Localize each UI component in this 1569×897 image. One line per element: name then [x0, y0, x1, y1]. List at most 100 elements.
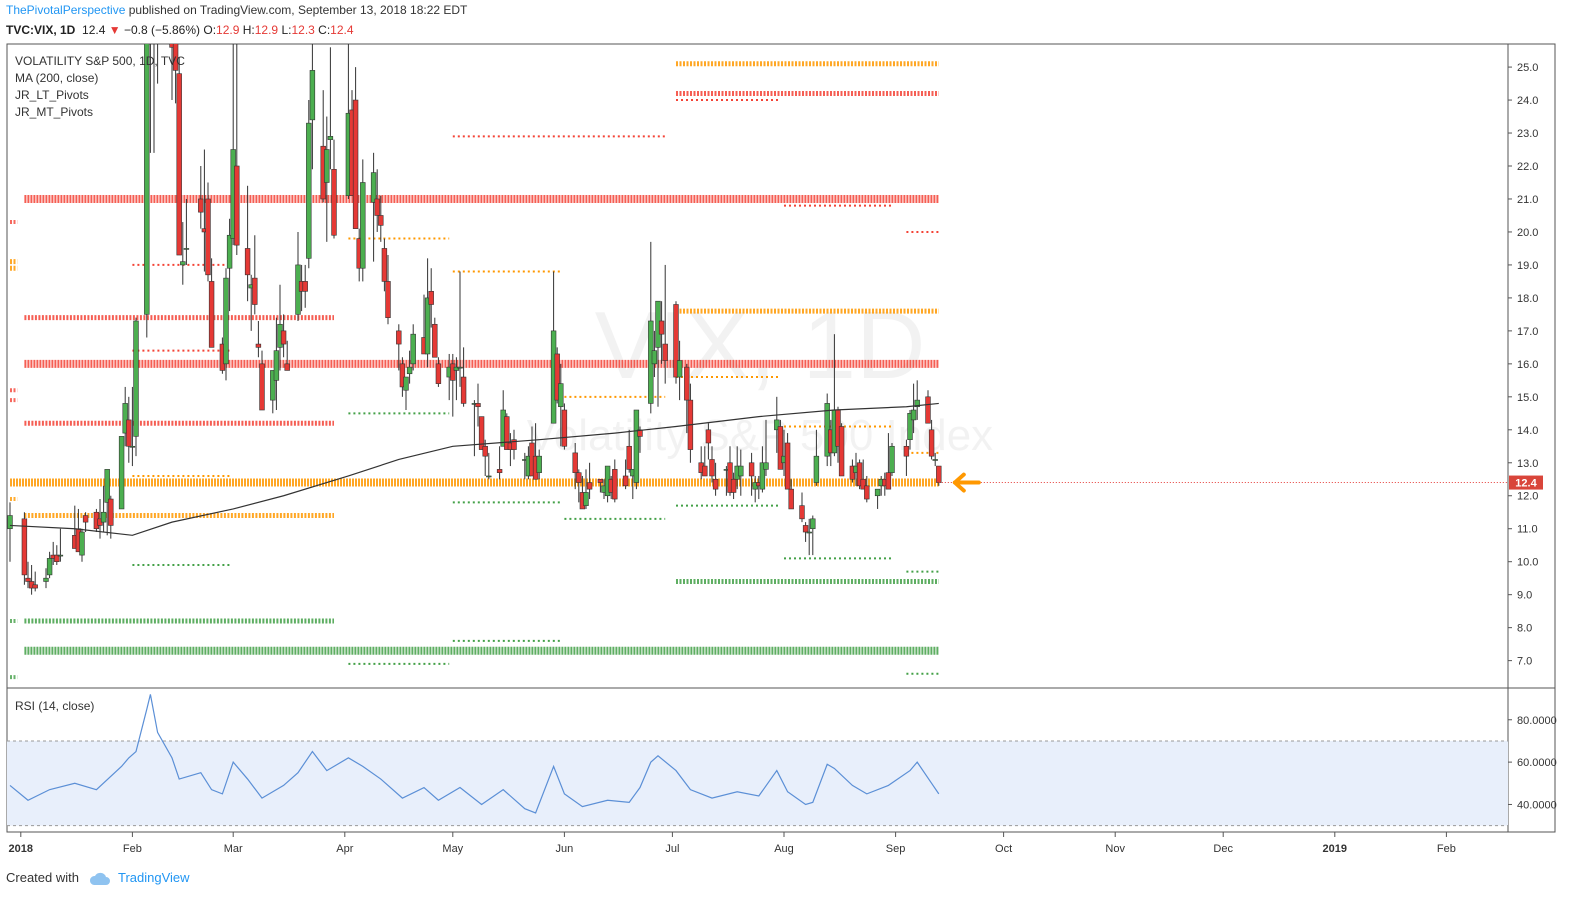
candle [612, 459, 618, 503]
candle-body [925, 396, 931, 424]
candle-body [273, 350, 280, 381]
candle-body [118, 436, 125, 510]
candle-body [748, 462, 755, 477]
candle [284, 340, 290, 371]
legend-ma[interactable]: MA (200, close) [15, 71, 98, 85]
candle-body [259, 363, 265, 411]
candle-body [255, 343, 262, 348]
candle-body [460, 376, 467, 404]
candle [925, 390, 931, 424]
x-tick-label: Dec [1213, 843, 1233, 855]
candle [320, 90, 326, 203]
candle-body [226, 234, 233, 269]
candle [752, 475, 758, 503]
candle-body [799, 505, 805, 520]
last-price-label: 12.4 [1515, 478, 1537, 490]
candle-body [928, 429, 935, 457]
rsi-band [7, 740, 1508, 826]
candle-body [435, 363, 442, 384]
candle-body [374, 198, 380, 216]
candle-body [424, 297, 431, 355]
candle [511, 429, 517, 460]
legend-lt-pivots[interactable]: JR_LT_Pivots [15, 88, 89, 102]
candle [157, 44, 159, 84]
candle-body [838, 426, 845, 477]
candle-body [79, 531, 85, 556]
candle-body [597, 478, 604, 483]
candle-body [633, 409, 640, 483]
x-tick-label: Nov [1105, 843, 1125, 855]
candle-body [558, 383, 564, 408]
y-tick-label: 8.0 [1517, 623, 1532, 635]
candle-body [572, 452, 578, 473]
candle-body [198, 198, 204, 213]
candle-body [586, 482, 593, 490]
candle-body [813, 455, 820, 483]
candle-body [536, 455, 542, 473]
x-tick-label: Jun [556, 843, 574, 855]
candle [410, 324, 416, 371]
y-tick-label: 11.0 [1517, 524, 1538, 536]
candle-body [903, 445, 910, 457]
candle-body [7, 515, 13, 530]
y-tick-label: 7.0 [1517, 656, 1532, 668]
candle [183, 198, 190, 265]
candle-body [396, 330, 402, 345]
candle-body [676, 360, 683, 378]
x-tick-label: 2019 [1323, 843, 1347, 855]
candle [810, 515, 816, 556]
y-tick-label: 15.0 [1517, 392, 1538, 404]
candle-body [450, 363, 456, 381]
candle [252, 235, 258, 315]
candle-body [46, 558, 53, 576]
candle [486, 452, 492, 480]
candle-body [626, 445, 632, 470]
candle-body [352, 99, 359, 229]
candle [838, 423, 845, 477]
candle-body [410, 333, 416, 365]
legend-mt-pivots[interactable]: JR_MT_Pivots [15, 105, 93, 119]
candle-body [385, 281, 391, 318]
rsi-y-tick-label: 40.0000 [1517, 799, 1557, 811]
candle-body [183, 248, 190, 250]
candle [302, 264, 308, 308]
candle [460, 347, 467, 407]
rsi-y-tick-label: 80.0000 [1517, 715, 1557, 727]
candle-body [32, 584, 38, 589]
candle-body [280, 330, 287, 345]
candle [799, 492, 805, 523]
candle-body [108, 498, 114, 526]
candle [79, 528, 85, 562]
candle-body [457, 366, 463, 369]
candle-body [432, 323, 438, 358]
candle-body [684, 366, 690, 401]
candle-body [302, 281, 308, 292]
y-tick-label: 13.0 [1517, 458, 1538, 470]
candle-body [658, 320, 665, 335]
y-tick-label: 24.0 [1517, 95, 1538, 107]
y-tick-label: 21.0 [1517, 194, 1538, 206]
y-tick-label: 25.0 [1517, 62, 1538, 74]
watermark-symbol: VIX, 1D [595, 292, 926, 399]
tradingview-link[interactable]: TradingView [118, 870, 190, 885]
candle-body [205, 198, 211, 276]
candle [874, 488, 881, 509]
legend-rsi[interactable]: RSI (14, close) [15, 699, 94, 713]
candle-body [252, 277, 258, 305]
candle-body [331, 169, 337, 236]
left-arrow-icon [952, 472, 981, 493]
candle-body [133, 320, 139, 437]
candle-body [180, 261, 186, 266]
candle [118, 436, 125, 510]
y-tick-label: 19.0 [1517, 260, 1538, 272]
candle [331, 139, 337, 239]
candle [280, 314, 287, 358]
candle-body [709, 459, 715, 477]
candle-body [129, 445, 136, 448]
candle-body [370, 172, 377, 203]
candle [234, 44, 240, 256]
candle [153, 44, 155, 153]
chart-legend-title[interactable]: VOLATILITY S&P 500, 1D, TVC [15, 54, 185, 68]
x-tick-label: May [442, 843, 463, 855]
chart-canvas[interactable]: VIX, 1DVolatility S&P 500 Index2018 Feb Ma… [0, 0, 1569, 897]
